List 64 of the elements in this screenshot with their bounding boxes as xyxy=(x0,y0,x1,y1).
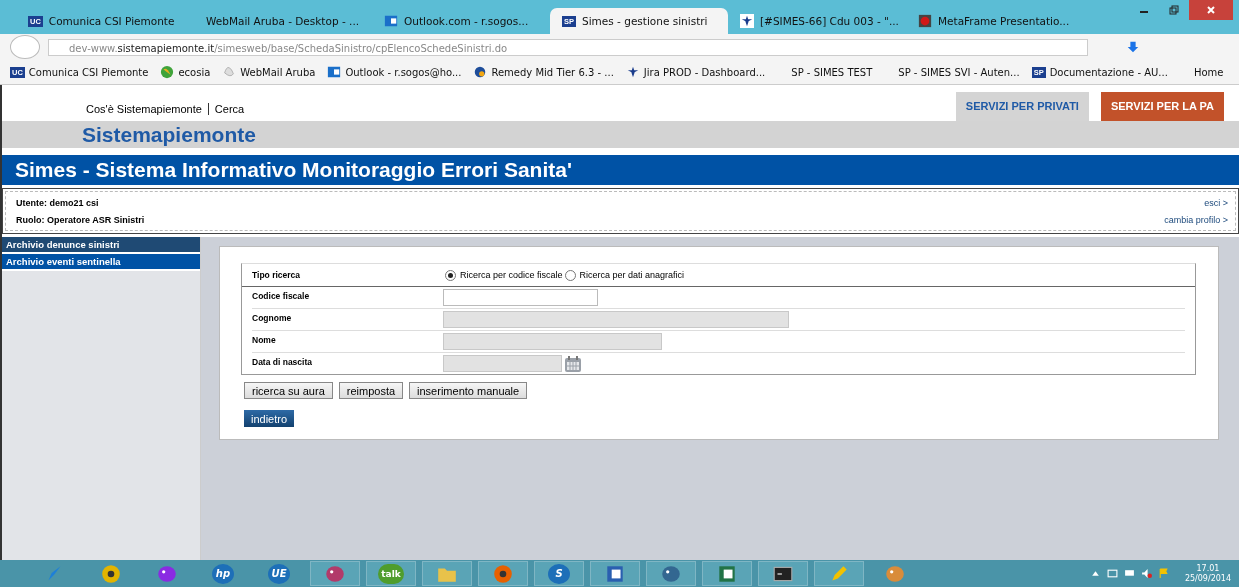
taskbar-app[interactable]: hp xyxy=(198,561,248,586)
swirl-icon xyxy=(473,65,488,79)
user-name: Utente: demo21 csi xyxy=(16,197,99,208)
field-label: Data di nascita xyxy=(252,356,313,369)
taskbar-app[interactable]: UE xyxy=(254,561,304,586)
form-button[interactable]: ricerca su aura xyxy=(244,382,333,399)
radio-button[interactable] xyxy=(564,269,576,281)
download-icon[interactable] xyxy=(1126,40,1140,54)
portal-link[interactable]: Cerca xyxy=(214,103,245,115)
calendar-icon[interactable] xyxy=(564,354,582,373)
browser-tab[interactable]: WebMail Aruba - Desktop - ... xyxy=(194,8,372,34)
app-title: Simes - Sistema Informativo Monitoraggio Errori Sanita' xyxy=(2,155,1239,185)
bookmark[interactable]: SP - SIMES TEST xyxy=(791,66,873,78)
mail-icon xyxy=(384,14,398,28)
radio-button[interactable] xyxy=(445,269,456,281)
browser-tab[interactable]: [#SIMES-66] Cdu 003 - "... xyxy=(728,8,906,34)
speaker-icon[interactable] xyxy=(1140,568,1152,579)
input-field[interactable] xyxy=(443,289,598,306)
bookmark[interactable]: Remedy Mid Tier 6.3 - ... xyxy=(473,65,614,79)
mail-icon xyxy=(327,65,342,79)
taskbar-app[interactable] xyxy=(478,561,528,586)
user-role: Ruolo: Operatore ASR Sinistri xyxy=(16,214,145,225)
back-button[interactable] xyxy=(10,35,40,59)
sidebar-item[interactable]: Archivio eventi sentinella xyxy=(2,254,200,271)
address-field[interactable]: dev-www.sistemapiemonte.it/simesweb/base/SchedaSinistro/cpElencoSchedeSinistri.do xyxy=(48,38,1088,56)
browser-tab[interactable]: MetaFrame Presentatio... xyxy=(906,8,1084,34)
service-tab[interactable]: SERVIZI PER LA PA xyxy=(1100,92,1224,121)
sidebar-item[interactable]: Archivio denunce sinistri xyxy=(2,237,200,254)
taskbar-app[interactable] xyxy=(758,561,808,586)
field-label: Codice fiscale xyxy=(252,290,311,303)
field-label: Nome xyxy=(252,334,277,347)
change-profile-link[interactable]: cambia profilo > xyxy=(1164,214,1228,225)
logout-link[interactable]: esci > xyxy=(1204,197,1228,208)
radio-option[interactable]: Ricerca per codice fiscale xyxy=(443,269,563,281)
close-icon xyxy=(1206,5,1216,15)
taskbar-app[interactable] xyxy=(702,561,752,586)
field-label: Cognome xyxy=(252,312,293,325)
figure-icon xyxy=(740,14,754,28)
restore-icon xyxy=(1169,5,1179,15)
back-button[interactable]: indietro xyxy=(244,410,295,427)
disc-icon xyxy=(100,562,122,585)
browser-tab[interactable]: Outlook.com - r.sogos... xyxy=(372,8,550,34)
globe-icon xyxy=(160,65,175,79)
field-label: Tipo ricerca xyxy=(252,270,302,280)
bookmark[interactable]: ecosia xyxy=(160,65,211,79)
service-tab[interactable]: SERVIZI PER PRIVATI xyxy=(955,92,1089,121)
tray-arrow-icon[interactable] xyxy=(1089,568,1101,579)
bookmark[interactable]: SP - SIMES SVI - Auten... xyxy=(898,66,1020,78)
bookmark[interactable]: Outlook - r.sogos@ho... xyxy=(327,65,462,79)
bookmark[interactable]: Home xyxy=(1193,66,1224,78)
bookmark[interactable]: Jira PROD - Dashboard... xyxy=(625,65,766,79)
portal-link[interactable]: Cos'è Sistemapiemonte xyxy=(86,103,202,115)
taskbar-app[interactable] xyxy=(590,561,640,586)
close-button[interactable] xyxy=(1189,0,1233,20)
brand-name: Sistemapiemonte xyxy=(82,122,256,147)
disc-icon xyxy=(492,562,514,585)
flag-icon[interactable] xyxy=(1157,568,1169,579)
figure-icon xyxy=(625,65,640,79)
taskbar-app[interactable]: S xyxy=(534,561,584,586)
radio-option[interactable]: Ricerca per dati anagrafici xyxy=(562,269,685,281)
form-button[interactable]: inserimento manuale xyxy=(409,382,528,399)
form-button[interactable]: reimposta xyxy=(338,382,404,399)
bookmark[interactable]: WebMail Aruba xyxy=(222,65,316,79)
monitor-icon xyxy=(918,14,932,28)
